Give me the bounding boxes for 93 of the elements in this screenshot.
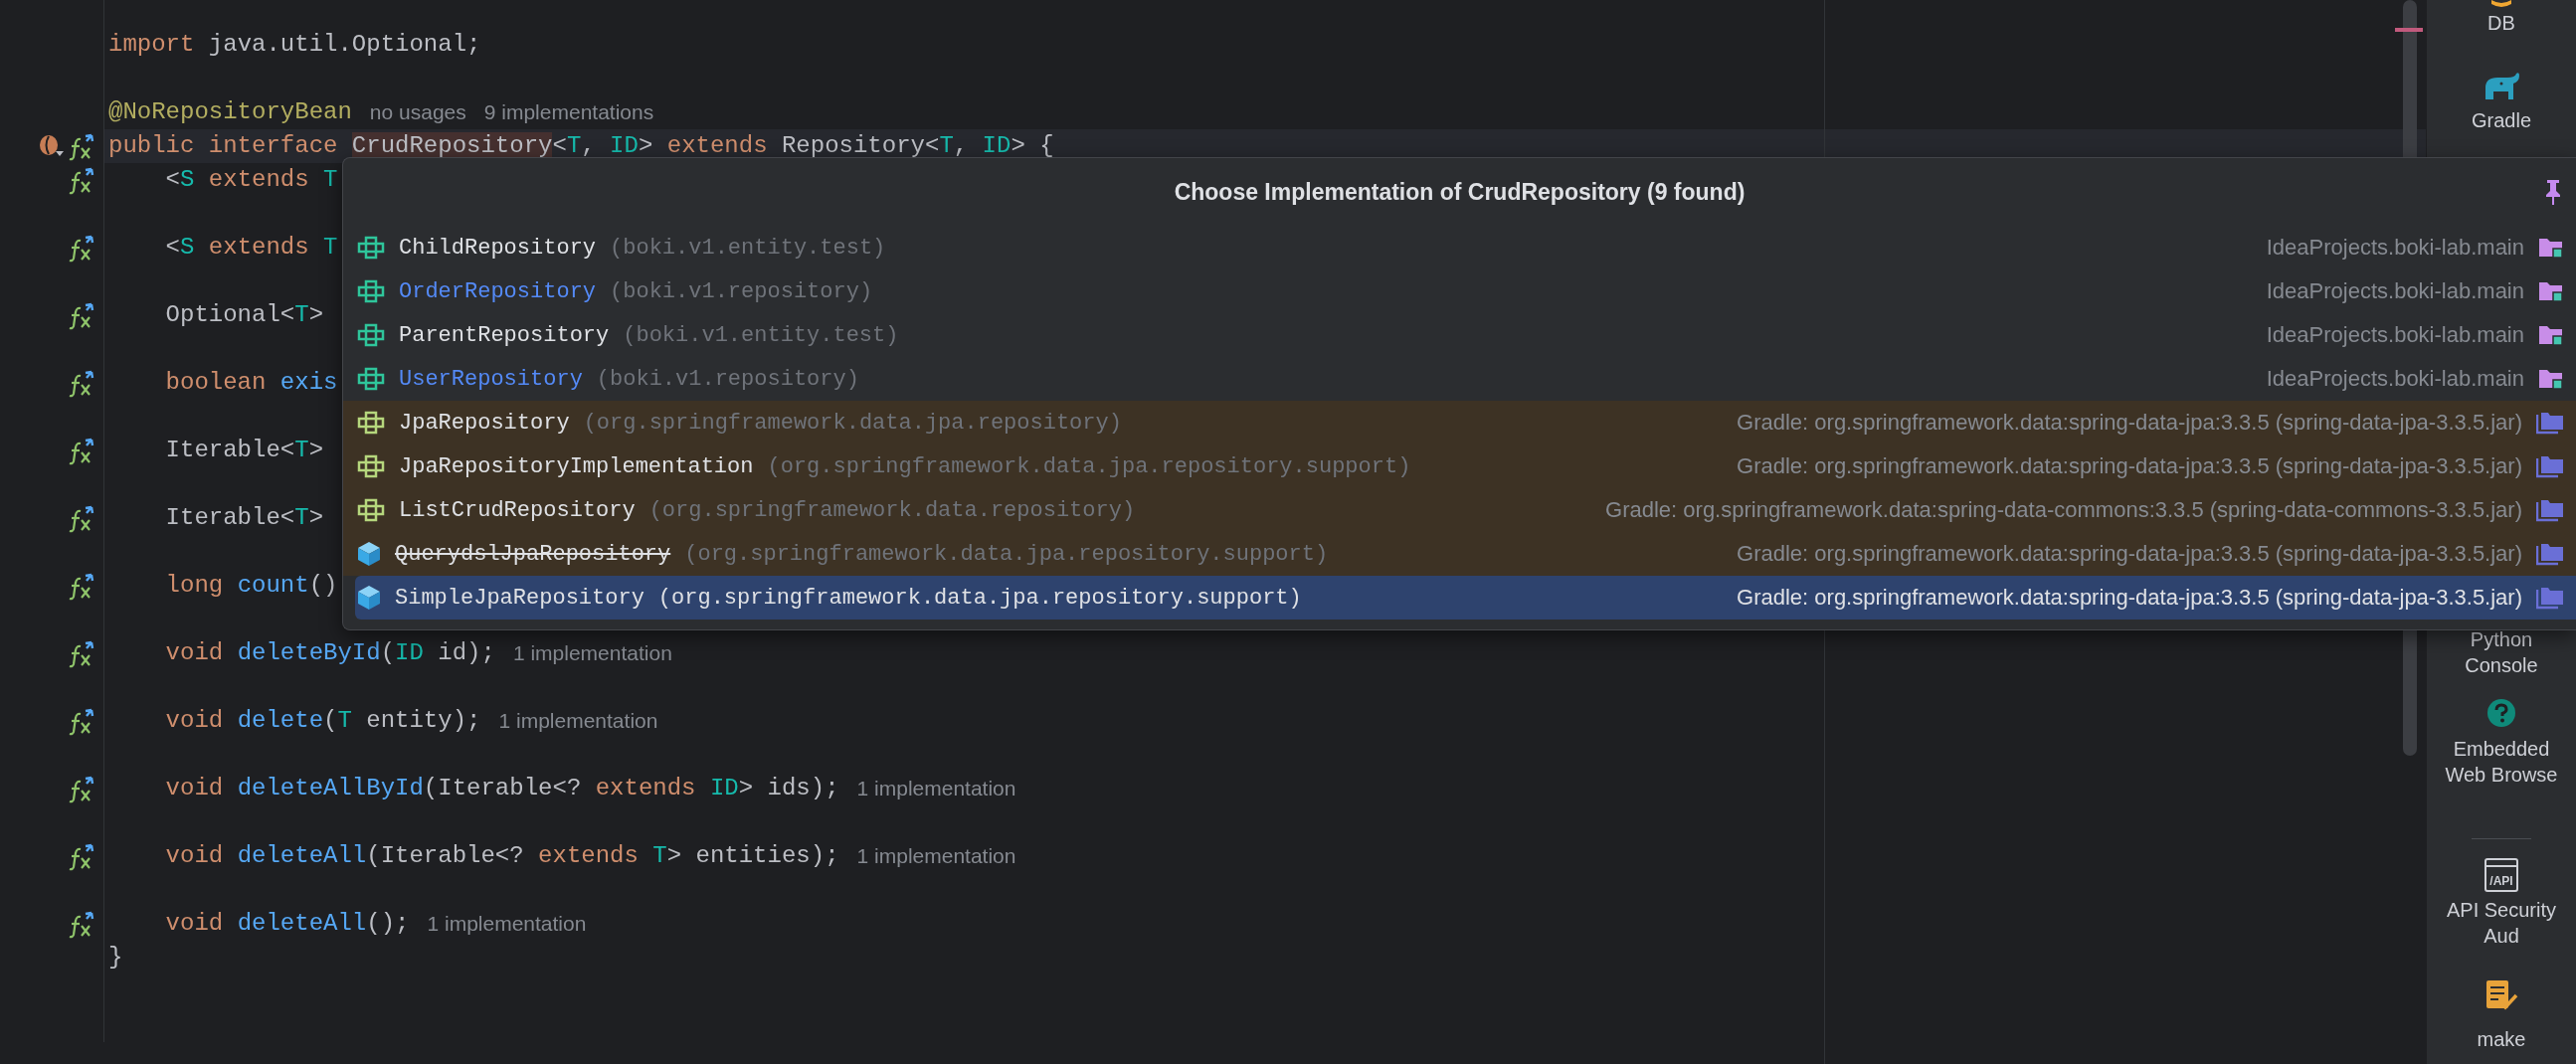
inlay-hint[interactable]: 9 implementations <box>483 100 654 124</box>
package-name: (org.springframework.data.jpa.repository.support) <box>767 453 1411 479</box>
module-location: IdeaProjects.boki-lab.main <box>2266 322 2524 348</box>
implementation-item[interactable]: ChildRepository (boki.v1.entity.test) IdeaProjects.boki-lab.main <box>343 226 2576 269</box>
module-location: Gradle: org.springframework.data:spring-data-jpa:3.3.5 (spring-data-jpa-3.3.5.jar) <box>1737 585 2522 611</box>
class-name: ChildRepository <box>399 235 597 261</box>
class-name: UserRepository <box>399 366 583 392</box>
module-location: IdeaProjects.boki-lab.main <box>2266 366 2524 392</box>
function-icon[interactable] <box>68 165 95 195</box>
inlay-hint[interactable]: 1 implementation <box>856 777 1016 800</box>
class-name: ParentRepository <box>399 322 610 348</box>
folder-icon <box>2538 367 2564 391</box>
function-icon[interactable] <box>68 503 95 533</box>
code-line: void delete(T entity); <box>164 706 481 736</box>
tool-window-label[interactable]: API Security Aud <box>2432 897 2571 949</box>
code-line: void deleteAll(Iterable<? extends T> entities); <box>164 841 839 871</box>
function-icon[interactable] <box>68 706 95 736</box>
inlay-hint[interactable]: 1 implementation <box>512 641 672 665</box>
implementation-item[interactable]: JpaRepository (org.springframework.data.jpa.repository) Gradle: org.springframework.data:spring-data-jpa:3.3.5 (spring-data-jpa-3.3.5.jar) <box>343 401 2576 444</box>
folder-icon <box>2536 411 2564 435</box>
implementation-item[interactable]: JpaRepositoryImplementation (org.springframework.data.jpa.repository.support) Gradle: org.springframework.data:spring-data-jpa:3.3.5 (spring-data-jpa-3.3.5.jar) <box>343 444 2576 488</box>
database-icon[interactable] <box>2490 0 2512 10</box>
class-name: SimpleJpaRepository <box>395 585 644 611</box>
tool-window-label[interactable]: Python Console <box>2432 626 2571 678</box>
class-name: ListCrudRepository <box>399 497 636 523</box>
implementation-item[interactable]: ParentRepository (boki.v1.entity.test) IdeaProjects.boki-lab.main <box>343 313 2576 357</box>
module-location: Gradle: org.springframework.data:spring-data-commons:3.3.5 (spring-data-commons-3.3.5.jar) <box>1605 497 2522 523</box>
code-line: Iterable<T> <box>164 436 324 465</box>
folder-icon <box>2538 323 2564 347</box>
api-icon[interactable]: /API <box>2484 857 2519 893</box>
implementation-item[interactable]: OrderRepository (boki.v1.repository) IdeaProjects.boki-lab.main <box>343 269 2576 313</box>
tool-window-label[interactable]: DB <box>2432 10 2571 36</box>
code-line: void deleteAllById(Iterable<? extends ID> ids); <box>164 774 839 803</box>
module-location: Gradle: org.springframework.data:spring-data-jpa:3.3.5 (spring-data-jpa-3.3.5.jar) <box>1737 410 2522 436</box>
folder-icon <box>2538 279 2564 303</box>
inlay-hint[interactable]: 1 implementation <box>427 912 587 936</box>
class-name: QuerydslJpaRepository <box>395 541 671 567</box>
code-line: boolean exis <box>164 368 338 398</box>
function-icon[interactable] <box>68 300 95 330</box>
help-icon[interactable] <box>2486 698 2516 728</box>
package-name: (org.springframework.data.jpa.repository.support) <box>684 541 1329 567</box>
code-line: import java.util.Optional; <box>108 30 481 60</box>
code-line: Iterable<T> <box>164 503 324 533</box>
folder-icon <box>2536 498 2564 522</box>
package-name: (org.springframework.data.jpa.repository.support) <box>657 585 1302 611</box>
pin-icon[interactable] <box>2544 178 2562 206</box>
module-location: Gradle: org.springframework.data:spring-data-jpa:3.3.5 (spring-data-jpa-3.3.5.jar) <box>1737 541 2522 567</box>
tool-window-label[interactable]: Embedded Web Browse <box>2432 736 2571 788</box>
implementation-item[interactable]: QuerydslJpaRepository (org.springframework.data.jpa.repository.support) Gradle: org.springframework.data:spring-data-jpa:3.3.5 (spring-data-jpa-3.3.5.jar) <box>343 532 2576 576</box>
class-name: OrderRepository <box>399 278 597 304</box>
package-name: (org.springframework.data.repository) <box>648 497 1136 523</box>
code-line: Optional<T> <box>164 300 324 330</box>
package-name: (org.springframework.data.jpa.repository) <box>583 410 1122 436</box>
class-name: JpaRepositoryImplementation <box>399 453 754 479</box>
code-line: <S extends T <box>164 233 338 263</box>
function-icon[interactable] <box>68 571 95 601</box>
popup-title: Choose Implementation of CrudRepository (9 found) <box>1174 178 1746 206</box>
function-icon[interactable] <box>68 368 95 398</box>
folder-icon <box>2536 586 2564 610</box>
code-line: @NoRepositoryBean <box>108 97 352 127</box>
code-line: void deleteById(ID id); <box>164 638 495 668</box>
inlay-hint[interactable]: 1 implementation <box>856 844 1016 868</box>
folder-icon <box>2536 454 2564 478</box>
tool-window-label[interactable]: Gradle <box>2432 107 2571 133</box>
package-name: (boki.v1.entity.test) <box>623 322 899 348</box>
module-location: IdeaProjects.boki-lab.main <box>2266 235 2524 261</box>
package-name: (boki.v1.repository) <box>610 278 873 304</box>
function-icon[interactable] <box>68 909 95 939</box>
code-line: public interface CrudRepository<T, ID> extends Repository<T, ID> { <box>108 131 1054 161</box>
code-line: } <box>108 943 123 973</box>
function-icon[interactable] <box>68 233 95 263</box>
implementation-item[interactable]: SimpleJpaRepository (org.springframework.data.jpa.repository.support) Gradle: org.springframework.data:spring-data-jpa:3.3.5 (spring-data-jpa-3.3.5.jar) <box>355 576 2576 620</box>
inlay-hint[interactable]: no usages <box>369 100 466 124</box>
function-icon[interactable] <box>68 841 95 871</box>
folder-icon <box>2538 236 2564 260</box>
package-name: (boki.v1.repository) <box>596 366 859 392</box>
folder-icon <box>2536 542 2564 566</box>
checklist-icon[interactable] <box>2484 978 2518 1012</box>
tool-window-label[interactable]: make <box>2432 1026 2571 1052</box>
module-location: Gradle: org.springframework.data:spring-data-jpa:3.3.5 (spring-data-jpa-3.3.5.jar) <box>1737 453 2522 479</box>
module-location: IdeaProjects.boki-lab.main <box>2266 278 2524 304</box>
implementation-item[interactable]: UserRepository (boki.v1.repository) IdeaProjects.boki-lab.main <box>343 357 2576 401</box>
inlay-hint[interactable]: 1 implementation <box>498 709 658 733</box>
code-line: void deleteAll(); <box>164 909 410 939</box>
code-line: long count() <box>164 571 338 601</box>
function-icon[interactable] <box>68 436 95 465</box>
package-name: (boki.v1.entity.test) <box>610 235 886 261</box>
class-name: JpaRepository <box>399 410 570 436</box>
function-icon[interactable] <box>68 774 95 803</box>
function-icon[interactable] <box>68 638 95 668</box>
code-line: <S extends T <box>164 165 338 195</box>
implementation-item[interactable]: ListCrudRepository (org.springframework.data.repository) Gradle: org.springframework.data:spring-data-commons:3.3.5 (spring-data-commons-3.3.5.jar) <box>343 488 2576 532</box>
function-icon[interactable] <box>68 131 95 161</box>
